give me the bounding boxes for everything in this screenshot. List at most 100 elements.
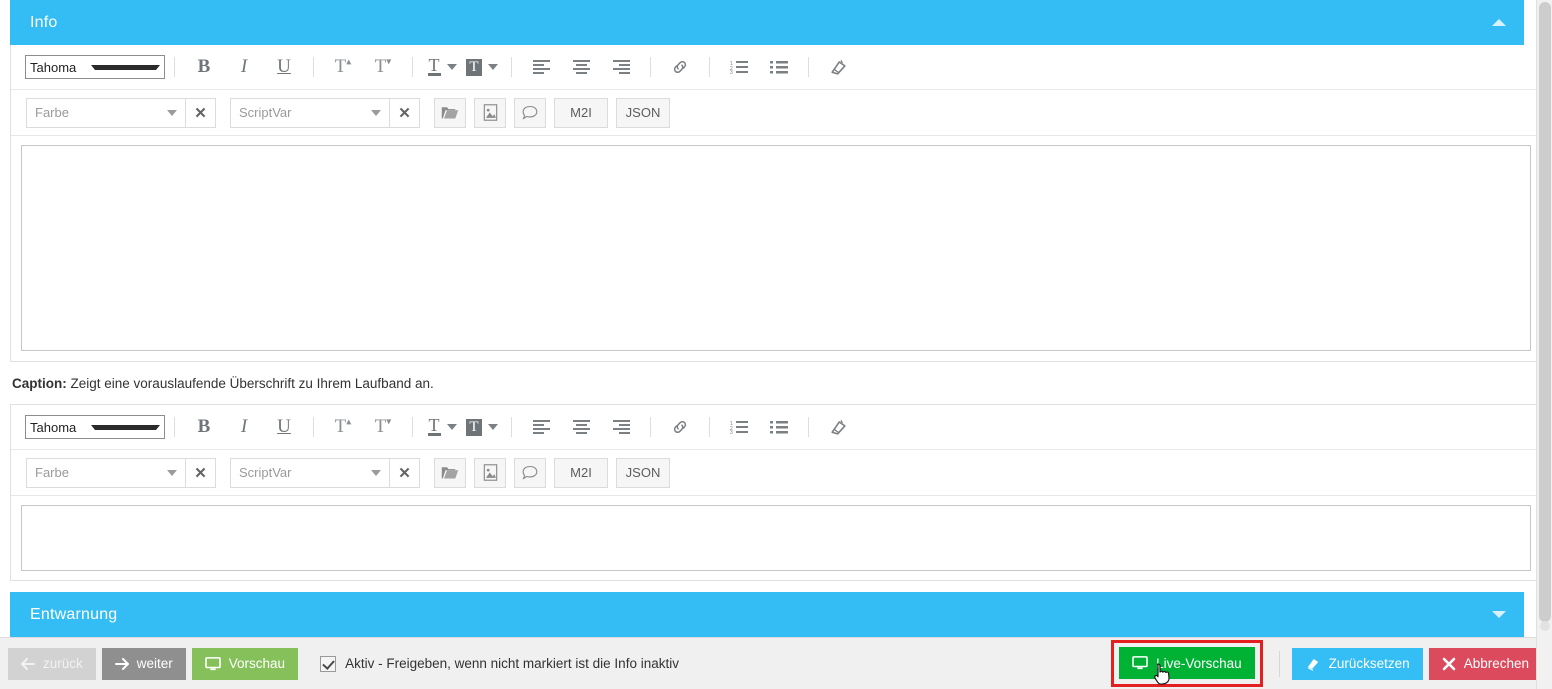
text-color-button[interactable]: T xyxy=(425,51,459,83)
scriptvar-select-value: ScriptVar xyxy=(239,105,292,120)
info-richtext-area[interactable] xyxy=(21,145,1531,351)
unordered-list-icon xyxy=(770,61,788,74)
underline-button[interactable]: U xyxy=(267,51,301,83)
unordered-list-icon xyxy=(770,421,788,434)
panel-header-info[interactable]: Info xyxy=(10,0,1524,45)
chevron-down-icon[interactable] xyxy=(1492,611,1506,618)
caption-scriptvar-clear-button[interactable]: ✕ xyxy=(390,457,420,488)
caption-color-select-value: Farbe xyxy=(35,465,69,480)
ordered-list-button[interactable]: 1 2 3 xyxy=(722,51,756,83)
live-preview-button[interactable]: Live-Vorschau xyxy=(1119,647,1255,679)
color-select[interactable]: Farbe xyxy=(26,97,186,128)
active-checkbox-row[interactable]: Aktiv - Freigeben, wenn nicht markiert i… xyxy=(320,655,679,672)
clear-format-button[interactable] xyxy=(821,51,855,83)
open-folder-button[interactable] xyxy=(434,97,466,128)
caption-label: Caption: xyxy=(12,376,67,391)
clear-x-icon: ✕ xyxy=(398,104,411,122)
caption-underline-button[interactable]: U xyxy=(267,411,301,443)
vertical-scrollbar[interactable] xyxy=(1536,0,1552,689)
caption-json-button[interactable]: JSON xyxy=(616,457,670,488)
comment-button[interactable] xyxy=(514,97,546,128)
caption-bold-button[interactable]: B xyxy=(187,411,221,443)
toolbar-divider xyxy=(808,417,809,437)
live-preview-highlight: Live-Vorschau xyxy=(1111,640,1263,687)
caption-open-folder-button[interactable] xyxy=(434,457,466,488)
caption-align-center-button[interactable] xyxy=(564,411,598,443)
caption-scriptvar-select[interactable]: ScriptVar xyxy=(230,457,390,488)
reset-button[interactable]: Zurücksetzen xyxy=(1291,647,1423,680)
caption-description: Caption: Zeigt eine vorauslaufende Übers… xyxy=(10,362,1542,404)
caption-text-color-button[interactable]: T xyxy=(425,411,459,443)
caption-color-clear-button[interactable]: ✕ xyxy=(186,457,216,488)
scrollbar-thumb[interactable] xyxy=(1539,2,1551,622)
json-button[interactable]: JSON xyxy=(616,97,670,128)
unordered-list-button[interactable] xyxy=(762,51,796,83)
caption-comment-button[interactable] xyxy=(514,457,546,488)
toolbar-divider xyxy=(313,417,314,437)
link-button[interactable] xyxy=(663,51,697,83)
folder-open-icon xyxy=(441,107,459,119)
footer-divider xyxy=(1278,650,1280,677)
back-button[interactable]: zurück xyxy=(8,647,96,680)
editor-window: Info Tahoma B I U T▴ T▾ T T 1 2 3 Farbe … xyxy=(0,0,1552,689)
eraser-icon xyxy=(1307,659,1318,671)
caption-text-highlight-button[interactable]: T xyxy=(465,411,499,443)
align-left-button[interactable] xyxy=(524,51,558,83)
toolbar-divider xyxy=(412,57,413,77)
ordered-list-icon: 1 2 3 xyxy=(730,61,748,74)
active-checkbox[interactable] xyxy=(320,655,337,672)
image-icon xyxy=(483,104,497,121)
editor-toolbar-row-1: Tahoma B I U T▴ T▾ T T 1 2 3 xyxy=(11,45,1541,90)
next-button-label: weiter xyxy=(136,656,173,671)
caption-m2i-button[interactable]: M2I xyxy=(554,457,608,488)
next-button[interactable]: weiter xyxy=(101,647,186,680)
scriptvar-select[interactable]: ScriptVar xyxy=(230,97,390,128)
insert-image-button[interactable] xyxy=(474,97,506,128)
m2i-button[interactable]: M2I xyxy=(554,97,608,128)
caption-text: Zeigt eine vorauslaufende Überschrift zu… xyxy=(70,376,434,391)
editor-toolbar-row-2: Farbe ✕ ScriptVar ✕ M2I JSON xyxy=(11,90,1541,136)
bold-button[interactable]: B xyxy=(187,51,221,83)
toolbar-divider xyxy=(808,57,809,77)
toolbar-divider xyxy=(174,57,175,77)
color-clear-button[interactable]: ✕ xyxy=(186,97,216,128)
bold-glyph: B xyxy=(197,56,211,77)
align-left-icon xyxy=(532,60,550,74)
caption-color-select[interactable]: Farbe xyxy=(26,457,186,488)
caption-ordered-list-button[interactable]: 1 2 3 xyxy=(722,411,756,443)
caption-italic-button[interactable]: I xyxy=(227,411,261,443)
preview-button[interactable]: Vorschau xyxy=(191,647,299,680)
text-color-glyph: T xyxy=(427,55,441,76)
caption-link-button[interactable] xyxy=(663,411,697,443)
superscript-button[interactable]: T▴ xyxy=(326,51,360,83)
scriptvar-clear-button[interactable]: ✕ xyxy=(390,97,420,128)
caption-align-left-button[interactable] xyxy=(524,411,558,443)
caption-unordered-list-button[interactable] xyxy=(762,411,796,443)
cancel-button[interactable]: Abbrechen xyxy=(1428,647,1542,680)
subscript-button[interactable]: T▾ xyxy=(366,51,400,83)
text-highlight-button[interactable]: T xyxy=(465,51,499,83)
link-icon xyxy=(673,60,687,74)
superscript-glyph: T▴ xyxy=(334,416,352,437)
font-family-select[interactable]: Tahoma xyxy=(25,55,165,79)
toolbar-divider xyxy=(511,57,512,77)
caption-subscript-button[interactable]: T▾ xyxy=(366,411,400,443)
panel-header-entwarnung[interactable]: Entwarnung xyxy=(10,592,1524,637)
caption-font-family-select[interactable]: Tahoma xyxy=(25,415,165,439)
chevron-up-icon[interactable] xyxy=(1492,19,1506,26)
m2i-label: M2I xyxy=(570,465,592,480)
caption-richtext-area[interactable] xyxy=(21,505,1531,571)
caption-insert-image-button[interactable] xyxy=(474,457,506,488)
caption-superscript-button[interactable]: T▴ xyxy=(326,411,360,443)
caret-down-icon xyxy=(371,109,381,116)
image-icon xyxy=(483,464,497,481)
scrollbar-down-arrow[interactable] xyxy=(1540,621,1550,631)
caption-align-right-button[interactable] xyxy=(604,411,638,443)
clear-x-icon: ✕ xyxy=(194,104,207,122)
align-right-button[interactable] xyxy=(604,51,638,83)
italic-button[interactable]: I xyxy=(227,51,261,83)
clear-x-icon: ✕ xyxy=(194,464,207,482)
caption-clear-format-button[interactable] xyxy=(821,411,855,443)
underline-glyph: U xyxy=(277,56,291,77)
align-center-button[interactable] xyxy=(564,51,598,83)
